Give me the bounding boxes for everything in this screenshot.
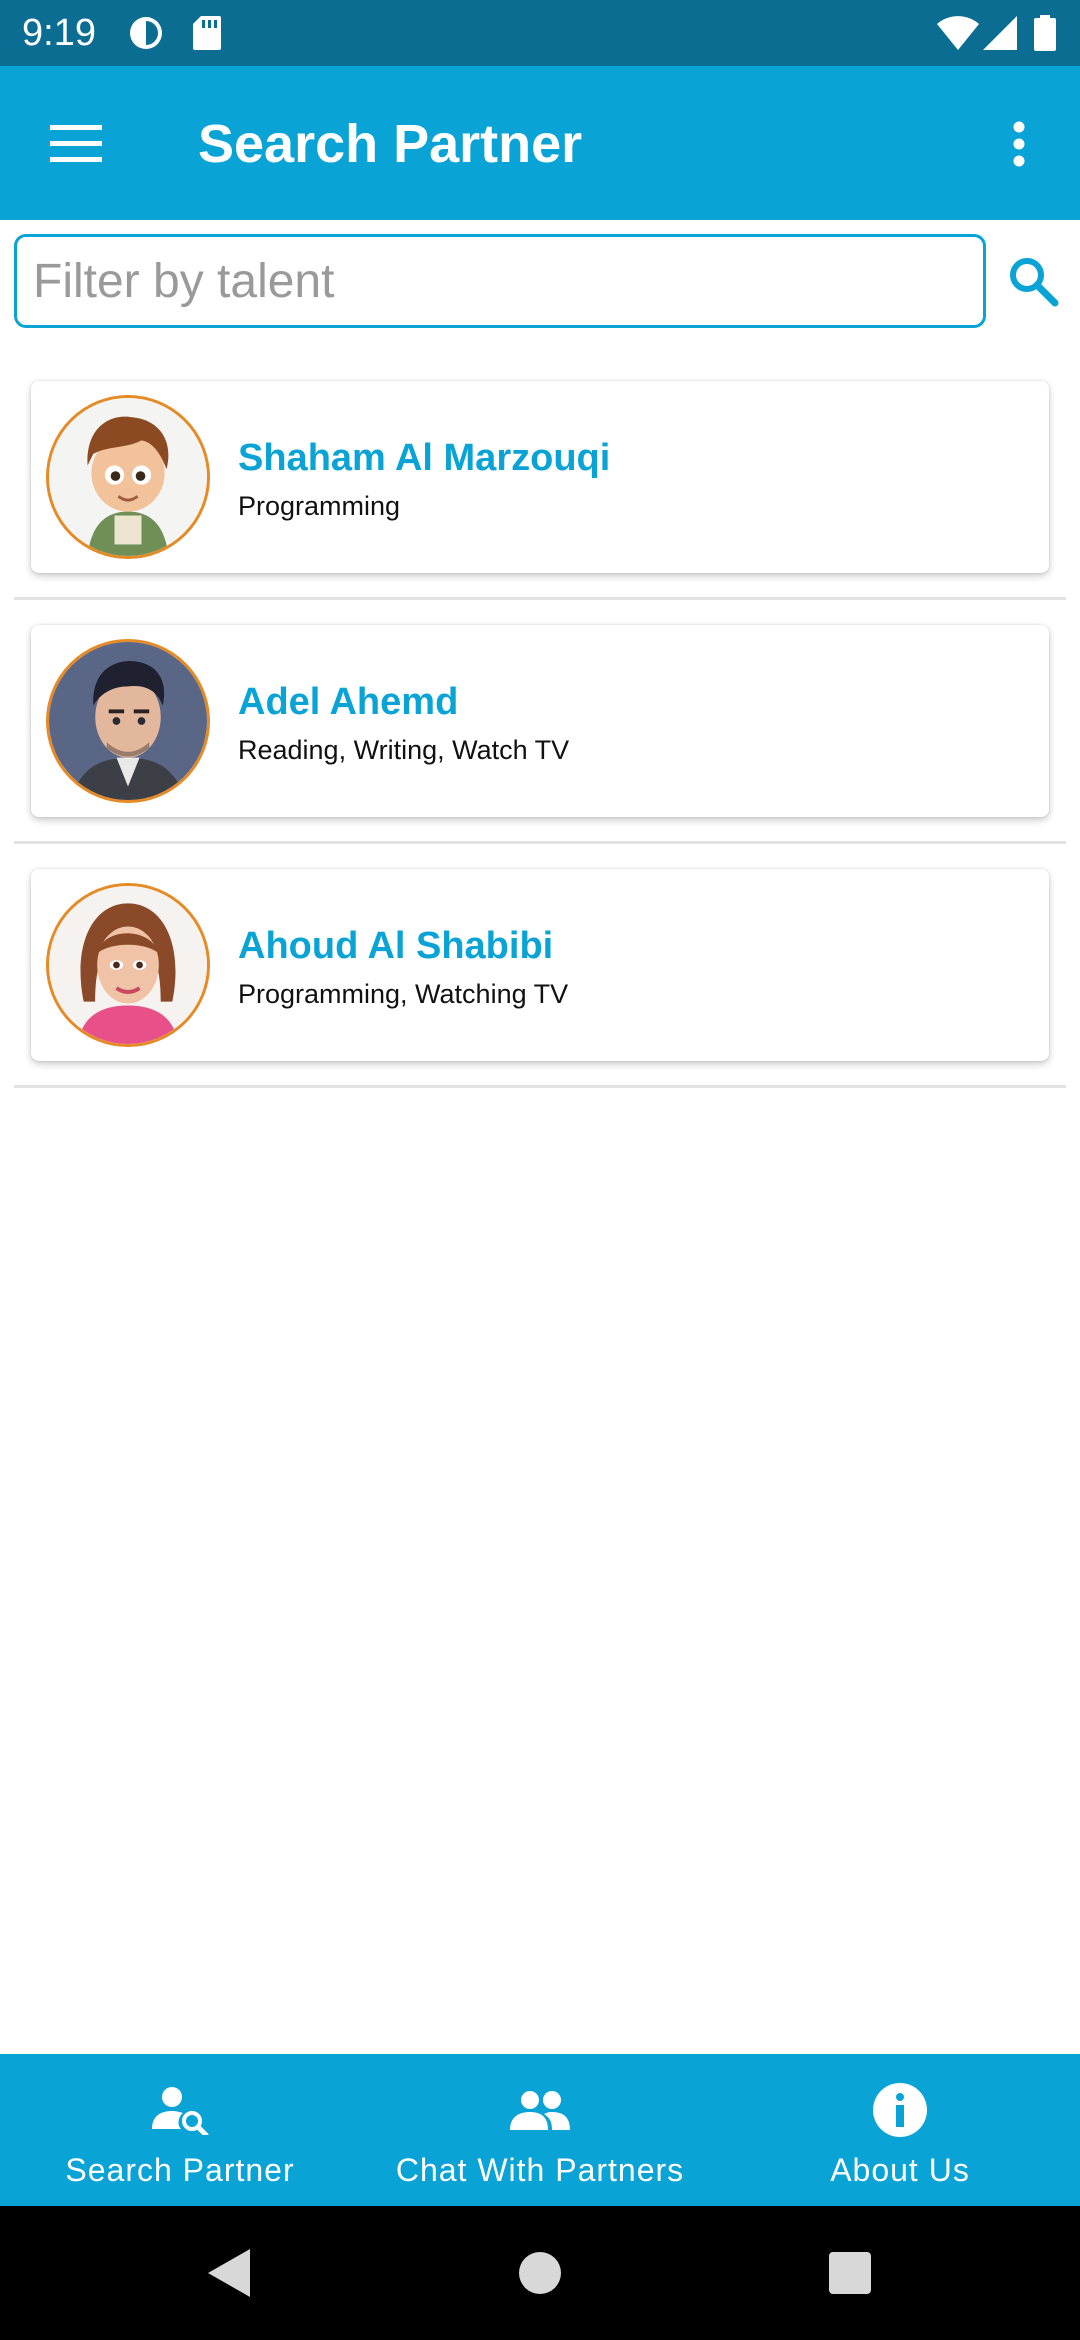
partner-name: Shaham Al Marzouqi (238, 437, 611, 479)
more-vertical-icon[interactable] (994, 112, 1044, 176)
status-bar: 9:19 (0, 0, 1080, 66)
partner-talent: Reading, Writing, Watch TV (238, 735, 570, 765)
partner-list: Shaham Al Marzouqi Programming Adel Ahem… (0, 370, 1080, 1102)
list-item: Adel Ahemd Reading, Writing, Watch TV (0, 614, 1080, 858)
divider (14, 597, 1066, 600)
info-icon (720, 2080, 1080, 2140)
partner-talent: Programming, Watching TV (238, 979, 569, 1009)
back-icon[interactable] (178, 2206, 278, 2340)
divider (14, 841, 1066, 844)
nav-item-search-partner[interactable]: Search Partner (0, 2054, 360, 2206)
search-input[interactable] (14, 234, 986, 328)
search-icon[interactable] (1000, 248, 1066, 314)
partner-talent: Programming (238, 491, 401, 521)
signal-icon (982, 0, 1018, 66)
cartoon-man-avatar (46, 639, 210, 803)
partner-card[interactable]: Shaham Al Marzouqi Programming (31, 381, 1049, 573)
app-bar: Search Partner (0, 66, 1080, 220)
nav-label: About Us (830, 2152, 970, 2188)
nav-label: Chat With Partners (395, 2152, 685, 2188)
cartoon-woman-avatar (46, 883, 210, 1047)
people-icon (360, 2080, 720, 2140)
recents-icon[interactable] (800, 2206, 900, 2340)
sd-card-icon (192, 0, 222, 66)
home-icon[interactable] (490, 2206, 590, 2340)
partner-card[interactable]: Adel Ahemd Reading, Writing, Watch TV (31, 625, 1049, 817)
data-saver-icon (128, 0, 164, 66)
partner-name: Adel Ahemd (238, 681, 459, 723)
wifi-icon (936, 0, 980, 66)
nav-item-about-us[interactable]: About Us (720, 2054, 1080, 2206)
person-search-icon (0, 2080, 360, 2140)
cartoon-boy-avatar (46, 395, 210, 559)
partner-card[interactable]: Ahoud Al Shabibi Programming, Watching T… (31, 869, 1049, 1061)
system-navigation-bar (0, 2206, 1080, 2340)
bottom-navigation: Search Partner Chat With Partners About … (0, 2054, 1080, 2206)
status-time: 9:19 (22, 12, 96, 54)
battery-icon (1030, 0, 1060, 66)
list-item: Ahoud Al Shabibi Programming, Watching T… (0, 858, 1080, 1102)
page-title: Search Partner (198, 114, 583, 174)
nav-label: Search Partner (65, 2152, 295, 2188)
list-item: Shaham Al Marzouqi Programming (0, 370, 1080, 614)
divider (14, 1085, 1066, 1088)
hamburger-menu-icon[interactable] (36, 112, 116, 176)
partner-name: Ahoud Al Shabibi (238, 925, 554, 967)
nav-item-chat-with-partners[interactable]: Chat With Partners (360, 2054, 720, 2206)
